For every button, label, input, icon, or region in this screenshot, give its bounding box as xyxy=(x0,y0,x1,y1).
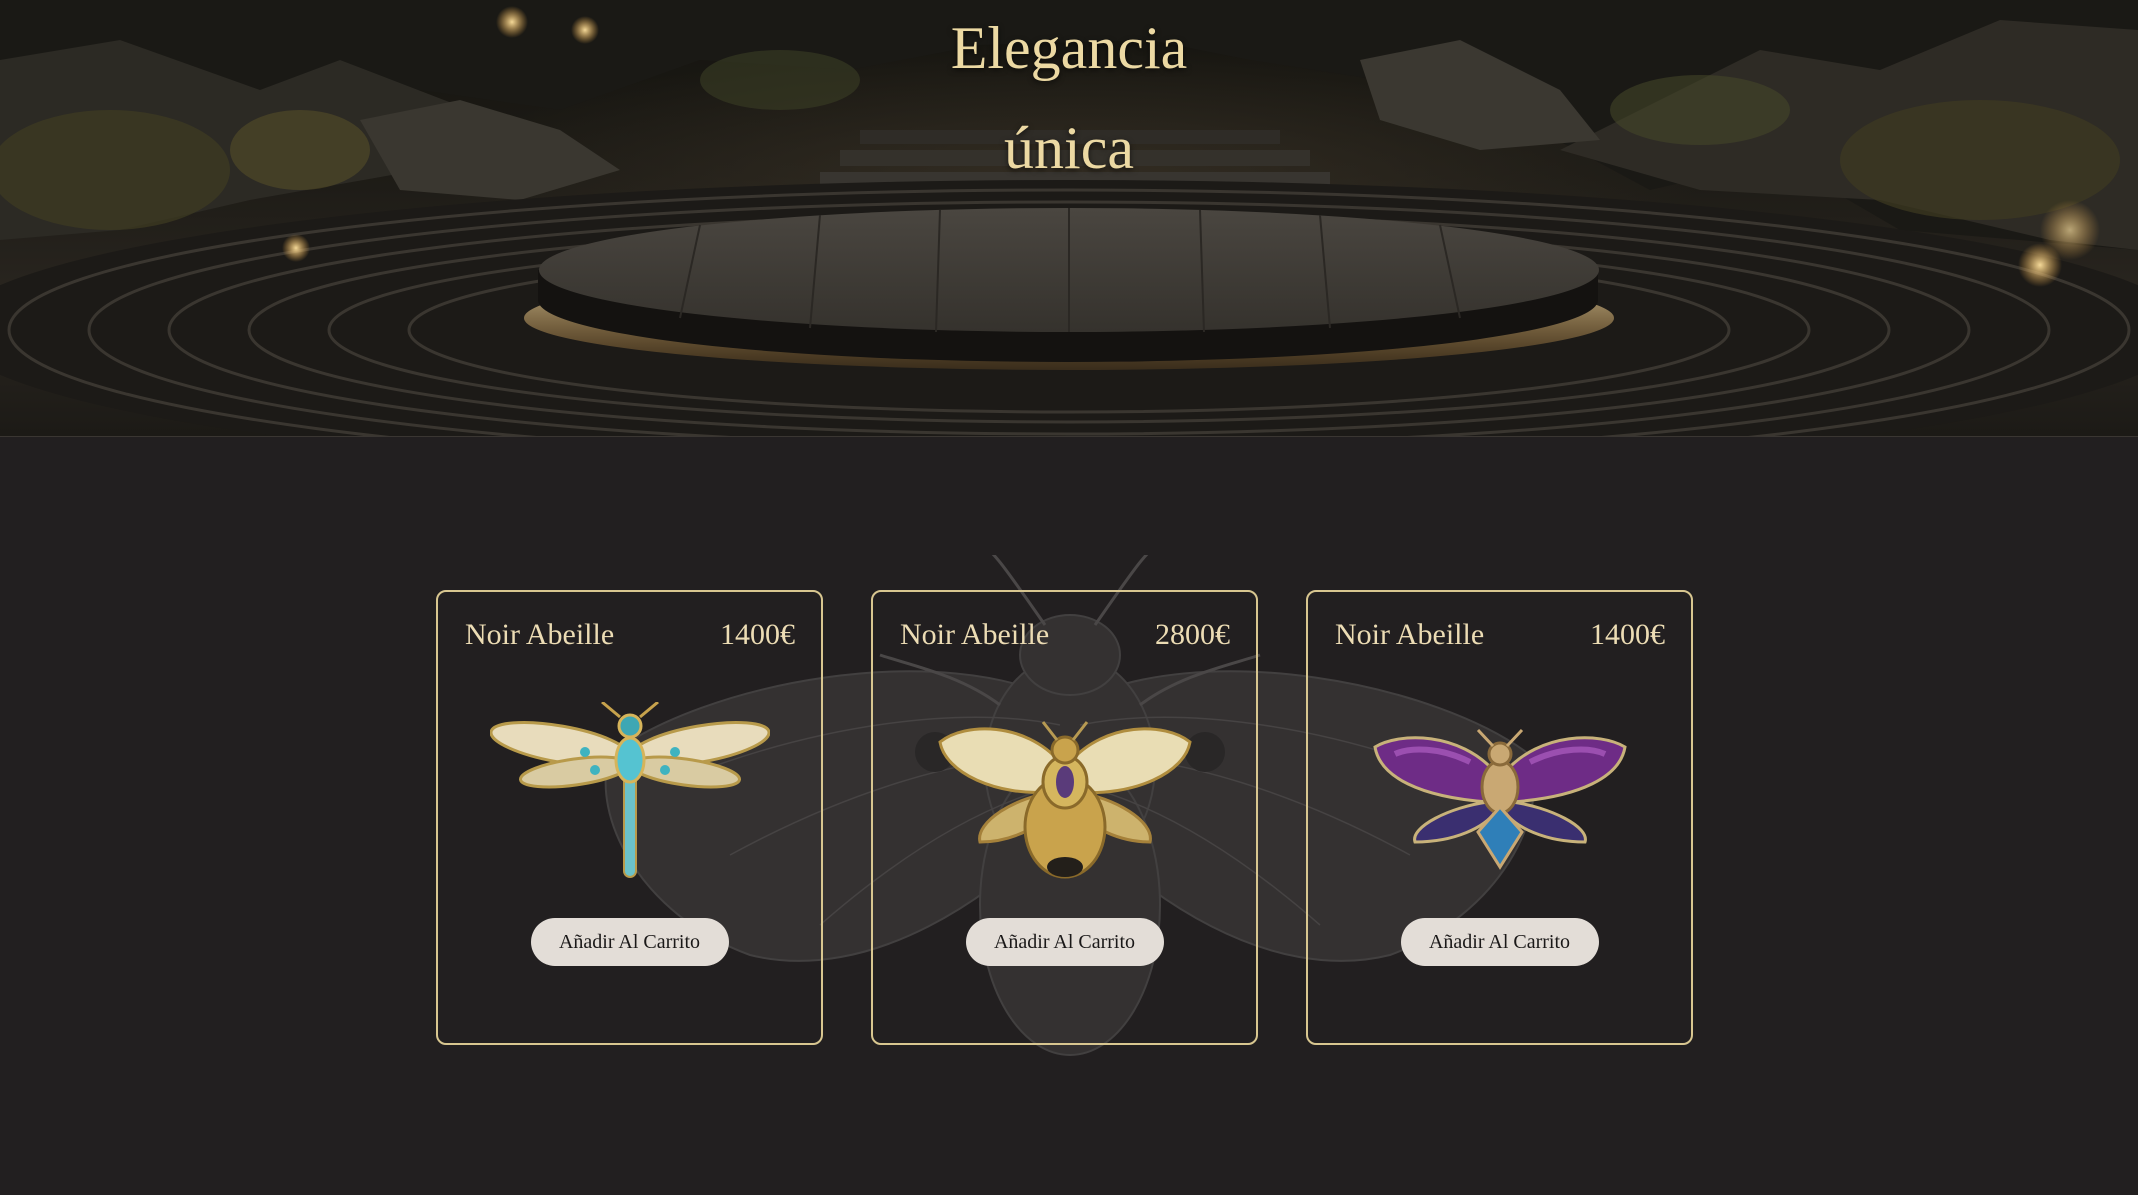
product-card: Noir Abeille 1400€ Añadir Al Carrito xyxy=(436,590,823,1045)
hero-banner: Elegancia única xyxy=(0,0,2138,437)
bee-brooch-icon xyxy=(937,721,1192,879)
add-to-cart-button[interactable]: Añadir Al Carrito xyxy=(965,918,1164,966)
product-card: Noir Abeille 2800€ Añadir Al Carrito xyxy=(871,590,1258,1045)
product-price: 1400€ xyxy=(1590,618,1665,651)
hero-title-line-2: única xyxy=(1004,115,1134,181)
product-name: Noir Abeille xyxy=(1335,618,1485,651)
add-to-cart-button[interactable]: Añadir Al Carrito xyxy=(1400,918,1599,966)
dragonfly-brooch-icon xyxy=(489,702,770,878)
products-section: Noir Abeille 1400€ Añadir Al Carrito Noi… xyxy=(0,437,2138,1195)
moth-brooch-icon xyxy=(1372,728,1627,870)
product-name: Noir Abeille xyxy=(465,618,615,651)
product-price: 2800€ xyxy=(1155,618,1230,651)
hero-title-line-1: Elegancia xyxy=(950,15,1188,81)
product-name: Noir Abeille xyxy=(900,618,1050,651)
product-card: Noir Abeille 1400€ Añadir Al Carrito xyxy=(1306,590,1693,1045)
page: Elegancia única Noir Abeille 1400€ Añadi… xyxy=(0,0,2138,1195)
add-to-cart-button[interactable]: Añadir Al Carrito xyxy=(530,918,729,966)
product-price: 1400€ xyxy=(720,618,795,651)
